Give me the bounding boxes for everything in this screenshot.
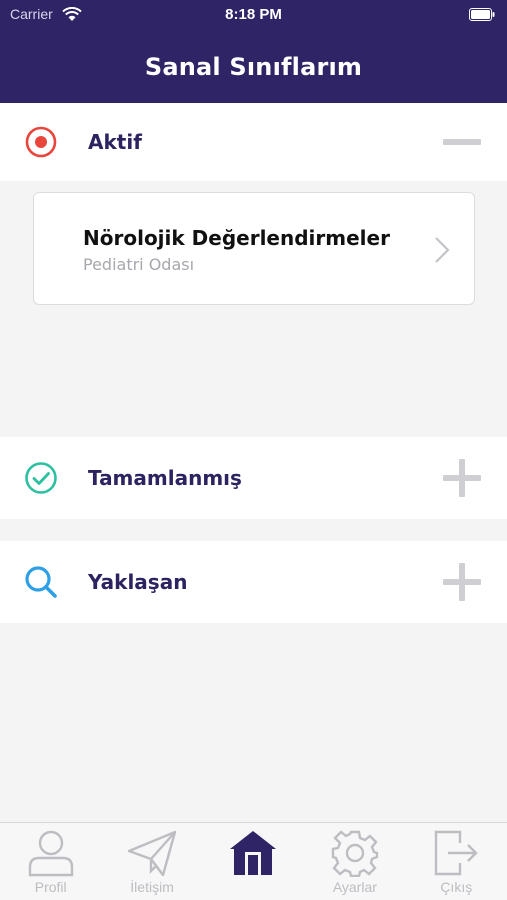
tab-label: Ayarlar <box>332 879 377 895</box>
tab-bar: Profil İletişim Ayarlar Çıkış <box>0 822 507 900</box>
class-subtitle: Pediatri Odası <box>83 255 195 274</box>
paper-plane-icon <box>127 829 177 877</box>
class-card[interactable]: Nörolojik Değerlendirmeler Pediatri Odas… <box>33 192 475 305</box>
class-title: Nörolojik Değerlendirmeler <box>83 226 390 250</box>
minus-icon[interactable] <box>443 123 481 161</box>
status-time: 8:18 PM <box>225 6 282 23</box>
plus-icon[interactable] <box>443 563 481 601</box>
tab-ayarlar[interactable]: Ayarlar <box>304 823 405 900</box>
user-icon <box>26 829 76 877</box>
logout-icon <box>431 829 481 877</box>
home-icon <box>228 829 278 877</box>
tab-label: Çıkış <box>440 879 473 895</box>
battery-icon <box>469 8 495 26</box>
plus-icon[interactable] <box>443 459 481 497</box>
tab-iletisim[interactable]: İletişim <box>101 823 202 900</box>
section-label: Aktif <box>88 130 142 154</box>
tab-profil[interactable]: Profil <box>0 823 101 900</box>
page-title: Sanal Sınıflarım <box>144 52 363 81</box>
check-circle-icon <box>24 461 58 495</box>
section-label: Tamamlanmış <box>88 466 242 490</box>
tab-label: Profil <box>34 879 67 895</box>
section-label: Yaklaşan <box>88 570 188 594</box>
chevron-right-icon <box>434 236 450 268</box>
status-bar: Carrier 8:18 PM <box>0 0 507 30</box>
search-icon <box>24 565 58 599</box>
tab-cikis[interactable]: Çıkış <box>406 823 507 900</box>
gear-icon <box>330 829 380 877</box>
radio-target-icon <box>24 125 58 159</box>
navigation-bar: Sanal Sınıflarım <box>0 30 507 103</box>
section-header-yaklasan[interactable]: Yaklaşan <box>0 541 507 623</box>
section-header-aktif[interactable]: Aktif <box>0 103 507 181</box>
tab-home[interactable] <box>203 823 304 900</box>
section-header-tamamlanmis[interactable]: Tamamlanmış <box>0 437 507 519</box>
tab-label: İletişim <box>130 879 174 895</box>
